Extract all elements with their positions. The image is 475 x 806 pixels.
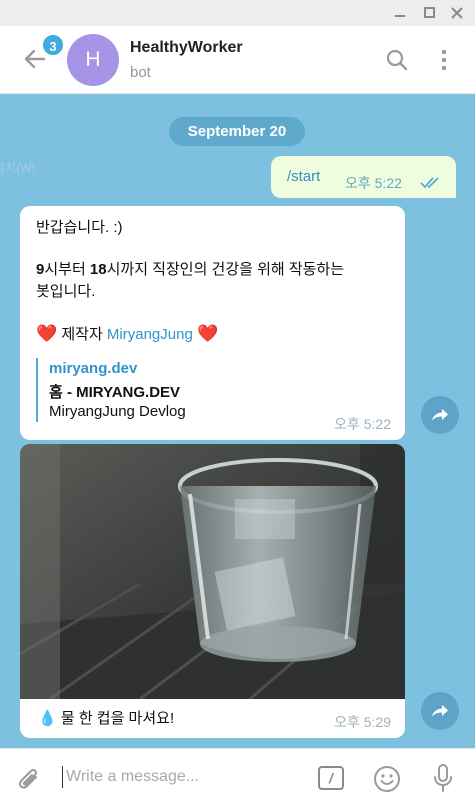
droplet-icon: 💧 <box>38 710 57 727</box>
caption-text: 물 한 컵을 마셔요! <box>60 710 175 727</box>
message-input[interactable] <box>66 766 296 788</box>
smiley-icon <box>374 766 400 792</box>
more-menu-button[interactable] <box>436 48 452 72</box>
chat-header: 3 H HealthyWorker bot <box>0 26 475 94</box>
message-time: 오후 5:22 <box>345 175 402 191</box>
message-text-part: 시까지 직장인의 건강을 위해 작동하는 <box>106 261 345 278</box>
search-button[interactable] <box>386 49 408 71</box>
more-vertical-icon <box>441 49 447 71</box>
window-titlebar <box>0 0 475 26</box>
message-composer: / <box>0 748 475 806</box>
link-preview-title: 홈 - MIRYANG.DEV <box>49 384 181 401</box>
message-line: 봇입니다. <box>36 283 96 300</box>
message-list[interactable]: 설치(W) September 20 /start 오후 5:22 반갑습니다.… <box>0 94 475 748</box>
paperclip-icon <box>18 768 38 789</box>
message-line: 반갑습니다. :) <box>36 219 123 236</box>
share-arrow-icon <box>432 409 448 421</box>
emoji-button[interactable] <box>373 765 401 793</box>
incoming-photo-message[interactable]: 💧 물 한 컵을 마셔요! 오후 5:29 <box>20 444 405 738</box>
chat-title[interactable]: HealthyWorker <box>130 39 243 57</box>
message-text[interactable]: /start <box>287 168 320 185</box>
message-time: 오후 5:22 <box>334 416 391 432</box>
water-glass-photo <box>20 444 405 701</box>
attach-button[interactable] <box>16 765 42 793</box>
link-preview-description: MiryangJung Devlog <box>49 403 186 420</box>
heart-icon: ❤️ <box>196 324 219 343</box>
text-cursor <box>62 766 63 788</box>
heart-icon: ❤️ <box>36 324 58 343</box>
forward-button[interactable] <box>421 396 459 434</box>
maximize-button[interactable] <box>419 3 439 23</box>
voice-message-button[interactable] <box>432 763 454 793</box>
close-window-button[interactable] <box>447 3 467 23</box>
message-line: 9시부터 18시까지 직장인의 건강을 위해 작동하는 <box>36 260 344 280</box>
maximize-icon <box>424 7 435 18</box>
microphone-icon <box>434 764 452 792</box>
forward-button[interactable] <box>421 692 459 730</box>
author-line: ❤️ 제작자 MiryangJung ❤️ <box>36 324 218 345</box>
message-photo[interactable] <box>20 444 405 701</box>
link-preview-site[interactable]: miryang.dev <box>49 360 137 377</box>
link-preview[interactable]: miryang.dev 홈 - MIRYANG.DEV MiryangJung … <box>36 358 336 422</box>
message-text-part: 시부터 <box>44 261 90 278</box>
author-mention-link[interactable]: MiryangJung <box>107 326 193 343</box>
incoming-message[interactable]: 반갑습니다. :) 9시부터 18시까지 직장인의 건강을 위해 작동하는 봇입… <box>20 206 405 440</box>
bot-command-button[interactable]: / <box>318 766 344 790</box>
avatar[interactable]: H <box>67 34 119 86</box>
outgoing-message[interactable]: /start 오후 5:22 <box>271 156 456 198</box>
photo-caption: 💧 물 한 컵을 마셔요! <box>38 707 174 728</box>
read-double-check-icon <box>420 177 439 189</box>
chat-subtitle: bot <box>130 64 151 81</box>
date-separator: September 20 <box>169 117 305 146</box>
minimize-icon <box>395 15 405 17</box>
close-icon <box>451 7 463 19</box>
minimize-button[interactable] <box>390 3 410 23</box>
author-prefix: 제작자 <box>61 326 107 343</box>
overlay-text: 설치(W) <box>0 161 36 175</box>
end-hour: 18 <box>89 261 107 278</box>
unread-badge: 3 <box>41 33 65 57</box>
message-time: 오후 5:29 <box>334 714 391 730</box>
share-arrow-icon <box>432 705 448 717</box>
search-icon <box>386 49 408 71</box>
